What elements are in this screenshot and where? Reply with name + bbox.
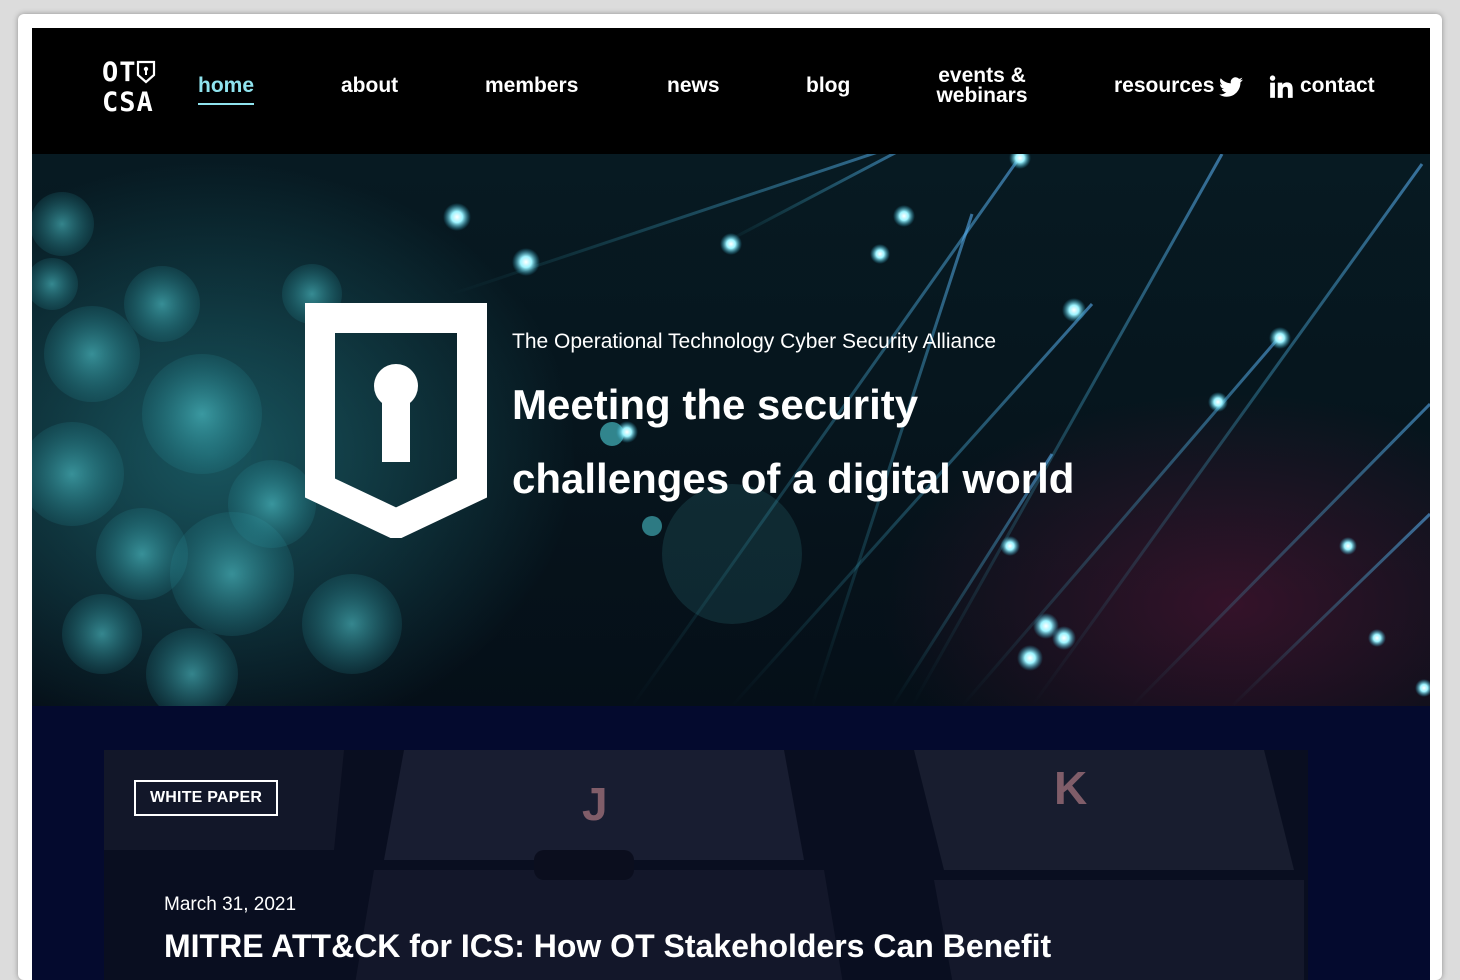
post-date: March 31, 2021 [164, 894, 297, 915]
nav-events-webinars[interactable]: events & webinars [927, 64, 1037, 107]
logo-text-bottom: CSA [102, 87, 154, 118]
website: OT CSA home about members news blog even… [32, 28, 1430, 980]
nav-members[interactable]: members [485, 75, 578, 97]
nav-contact[interactable]: contact [1300, 75, 1375, 97]
nav-home[interactable]: home [198, 75, 255, 105]
nav-events-line2: webinars [936, 84, 1028, 107]
hero-banner: The Operational Technology Cyber Securit… [32, 154, 1430, 706]
category-badge[interactable]: WHITE PAPER [134, 780, 279, 816]
nav-resources[interactable]: resources [1114, 75, 1214, 97]
shield-keyhole-icon [305, 303, 487, 538]
logo-shield-icon [136, 60, 156, 84]
hero-title-line2: challenges of a digital world [512, 455, 1075, 502]
nav-about[interactable]: about [341, 75, 398, 97]
nav-blog[interactable]: blog [806, 75, 850, 97]
hero-title: Meeting the security challenges of a dig… [512, 368, 1192, 516]
featured-post-card[interactable]: J K WHITE PAPER March 31, 2021 MITRE ATT… [104, 750, 1308, 980]
featured-post-section: J K WHITE PAPER March 31, 2021 MITRE ATT… [32, 706, 1430, 980]
otcsa-logo[interactable]: OT CSA [102, 58, 158, 120]
hero-title-line1: Meeting the security [512, 381, 919, 428]
linkedin-icon[interactable] [1268, 74, 1294, 100]
post-title[interactable]: MITRE ATT&CK for ICS: How OT Stakeholder… [164, 928, 1051, 965]
hero-eyebrow: The Operational Technology Cyber Securit… [512, 330, 997, 353]
twitter-icon[interactable] [1218, 74, 1244, 100]
top-navigation: OT CSA home about members news blog even… [32, 28, 1430, 154]
nav-news[interactable]: news [667, 75, 720, 97]
nav-events-line1: events & [938, 64, 1026, 87]
